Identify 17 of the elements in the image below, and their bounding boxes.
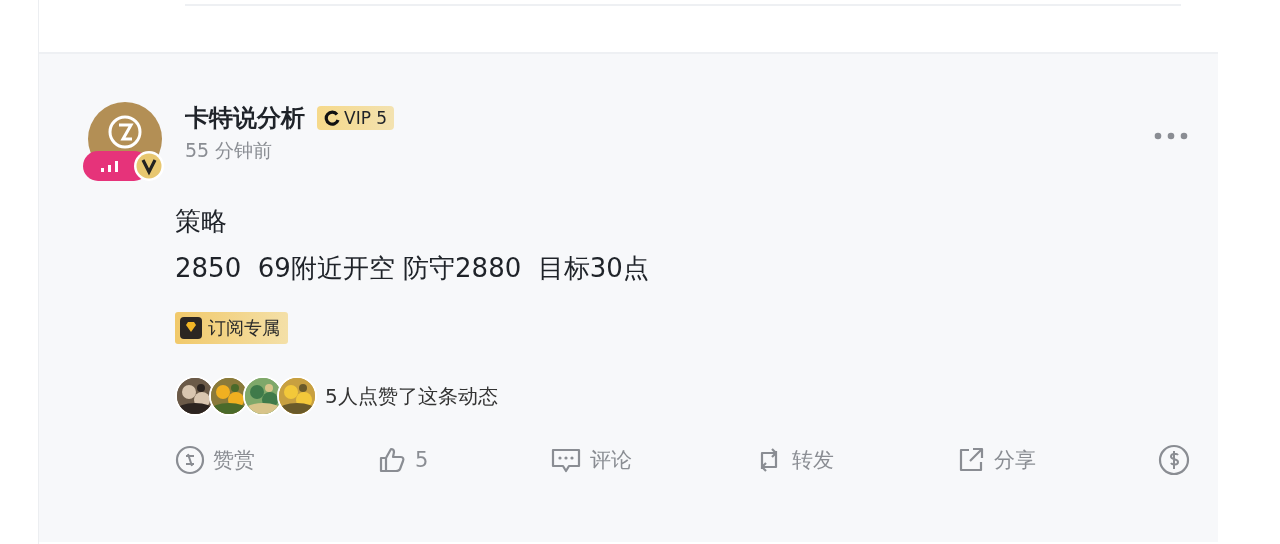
reward-button[interactable]: 赞赏	[175, 444, 255, 476]
more-icon[interactable]	[1154, 132, 1188, 140]
coin-icon	[175, 445, 205, 475]
likes-summary[interactable]: 5人点赞了这条动态	[325, 382, 498, 410]
repost-button[interactable]: 转发	[754, 444, 835, 476]
vip-level: VIP 5	[344, 108, 388, 128]
author-name[interactable]: 卡特说分析	[185, 102, 305, 134]
tag-label: 订阅专属	[208, 316, 280, 340]
comment-button[interactable]: 评论	[550, 444, 633, 476]
share-button[interactable]: 分享	[956, 444, 1037, 476]
like-button[interactable]: 5	[376, 444, 429, 476]
tip-button[interactable]	[1158, 444, 1190, 476]
dollar-coin-icon	[1158, 444, 1190, 476]
vip-icon	[324, 110, 340, 126]
post-text: 策略	[175, 205, 228, 238]
post-text: 2850 69附近开空 防守2880 目标30点	[175, 252, 650, 285]
post-time: 55 分钟前	[185, 138, 274, 163]
